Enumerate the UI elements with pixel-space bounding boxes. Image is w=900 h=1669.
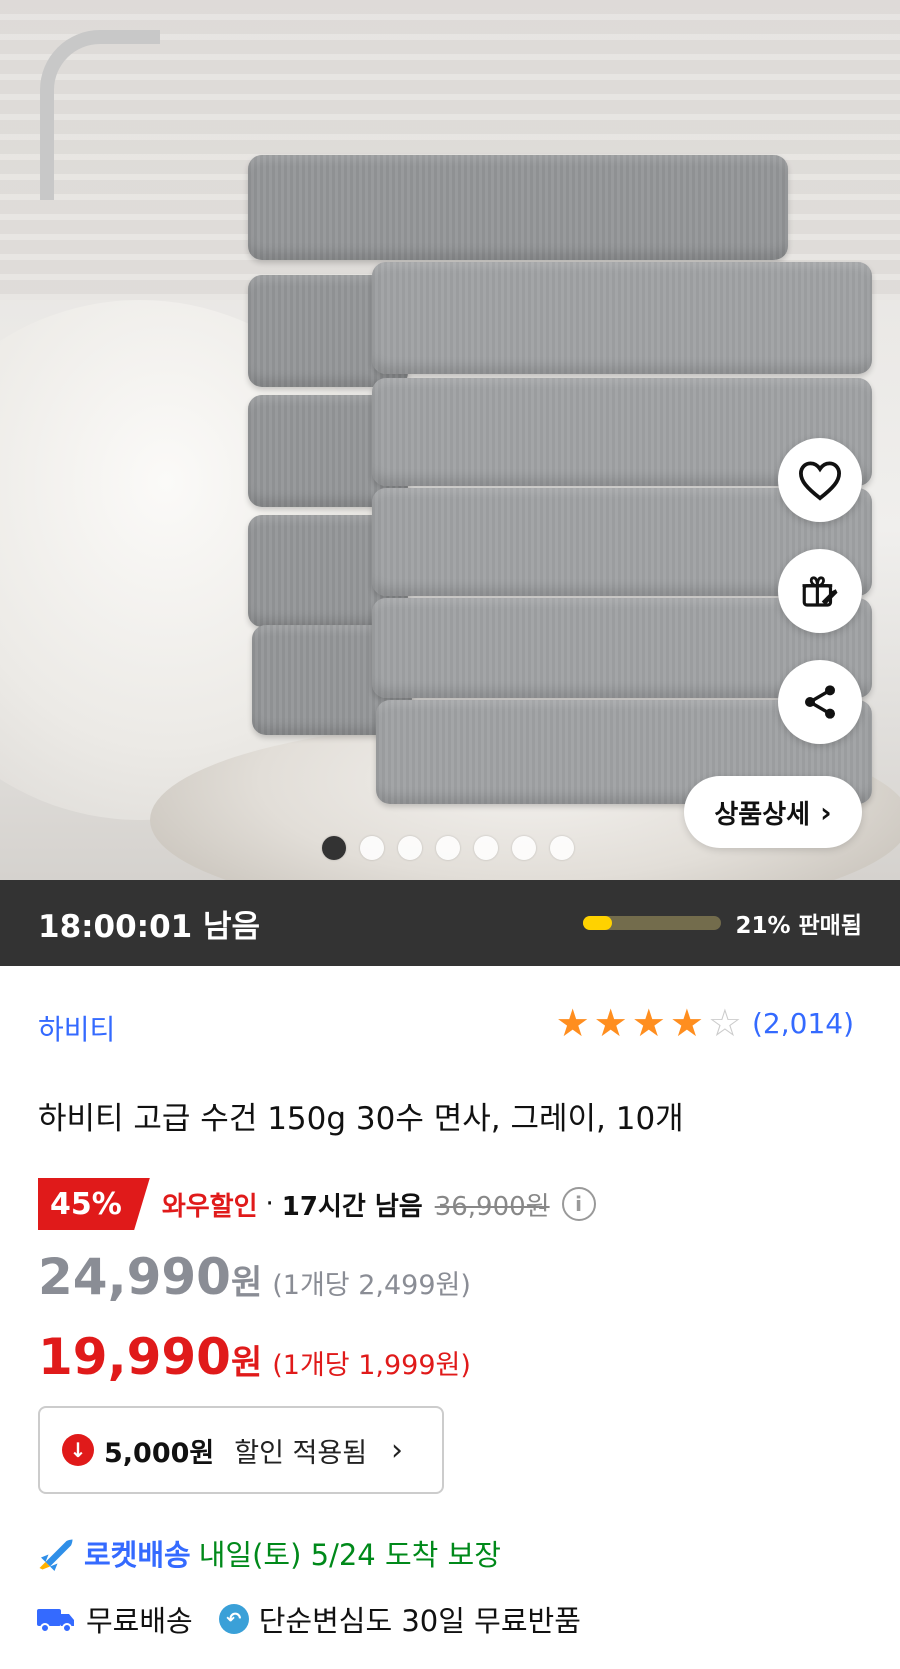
chevron-right-icon: › bbox=[391, 1432, 404, 1468]
coupon-amount: 5,000원 bbox=[104, 1437, 215, 1469]
carousel-dot[interactable] bbox=[398, 836, 422, 860]
star-icon: ★ bbox=[669, 1001, 704, 1045]
faucet-shape bbox=[40, 30, 160, 200]
product-details-label: 상품상세 bbox=[714, 799, 811, 830]
carousel-pagination bbox=[322, 836, 574, 860]
arrow-down-icon: ↓ bbox=[62, 1434, 94, 1466]
regular-price-amount: 24,990 bbox=[38, 1248, 231, 1306]
separator: · bbox=[265, 1189, 274, 1219]
discount-badge: 45% bbox=[38, 1178, 150, 1230]
coupon-applied-button[interactable]: ↓ 5,000원 할인 적용됨 › bbox=[38, 1406, 444, 1494]
chevron-right-icon: › bbox=[820, 795, 832, 829]
original-price: 36,900원 bbox=[434, 1191, 550, 1222]
sold-progress-bar bbox=[583, 916, 722, 930]
wishlist-button[interactable] bbox=[778, 438, 862, 522]
gift-button[interactable] bbox=[778, 549, 862, 633]
product-image-carousel[interactable]: 상품상세 › bbox=[0, 0, 900, 880]
share-icon bbox=[805, 685, 835, 719]
carousel-dot[interactable] bbox=[512, 836, 536, 860]
regular-unit-price: (1개당 2,499원) bbox=[272, 1270, 471, 1301]
rocket-delivery-label: 로켓배송 bbox=[84, 1538, 191, 1572]
regular-price-currency: 원 bbox=[230, 1263, 263, 1303]
deal-timer-bar: 18:00:01 남음 21% 판매됨 bbox=[0, 880, 900, 966]
coupon-text: 할인 적용됨 bbox=[234, 1437, 368, 1469]
sold-progress-fill bbox=[583, 916, 613, 930]
promo-row: 45% 와우할인 · 17시간 남음 36,900원 i bbox=[38, 1178, 596, 1230]
rating[interactable]: ★ ★ ★ ★ ☆ (2,014) bbox=[556, 1004, 854, 1042]
rocket-delivery-row: 로켓배송 내일(토) 5/24 도착 보장 bbox=[36, 1532, 501, 1574]
share-button[interactable] bbox=[778, 660, 862, 744]
towel bbox=[372, 262, 872, 374]
star-icon: ★ bbox=[555, 1001, 590, 1045]
product-title: 하비티 고급 수건 150g 30수 면사, 그레이, 10개 bbox=[38, 1101, 684, 1137]
wow-price: 19,990 원 (1개당 1,999원) bbox=[38, 1328, 471, 1386]
heart-icon bbox=[798, 461, 842, 501]
wow-unit-price: (1개당 1,999원) bbox=[272, 1350, 471, 1381]
arrival-guarantee: 내일(토) 5/24 도착 보장 bbox=[198, 1538, 501, 1572]
carousel-dot[interactable] bbox=[436, 836, 460, 860]
regular-price: 24,990 원 (1개당 2,499원) bbox=[38, 1248, 471, 1306]
carousel-dot[interactable] bbox=[474, 836, 498, 860]
star-icon: ★ bbox=[593, 1001, 628, 1045]
star-icon: ★ bbox=[631, 1001, 666, 1045]
promo-time-left: 17시간 남음 bbox=[281, 1191, 423, 1222]
wow-price-currency: 원 bbox=[230, 1343, 263, 1383]
truck-icon bbox=[37, 1609, 74, 1633]
star-outline-icon: ☆ bbox=[707, 1001, 742, 1045]
carousel-dot[interactable] bbox=[360, 836, 384, 860]
product-details-button[interactable]: 상품상세 › bbox=[684, 776, 862, 848]
gift-rocket-icon bbox=[802, 576, 838, 607]
rocket-icon bbox=[39, 1539, 73, 1571]
carousel-dot[interactable] bbox=[322, 836, 346, 860]
wow-price-amount: 19,990 bbox=[38, 1328, 231, 1386]
wow-discount-label: 와우할인 bbox=[161, 1191, 258, 1222]
info-icon[interactable]: i bbox=[561, 1187, 596, 1221]
carousel-dot[interactable] bbox=[550, 836, 574, 860]
sold-percent-label: 21% 판매됨 bbox=[735, 913, 862, 939]
return-arrow-icon: ↶ bbox=[218, 1604, 249, 1634]
towel bbox=[248, 155, 788, 260]
free-shipping-label: 무료배송 bbox=[86, 1604, 193, 1638]
shipping-benefits-row: 무료배송 ↶ 단순변심도 30일 무료반품 bbox=[36, 1598, 581, 1640]
review-count[interactable]: (2,014) bbox=[752, 1007, 854, 1040]
brand-link[interactable]: 하비티 bbox=[38, 1008, 115, 1048]
time-remaining: 18:00:01 남음 bbox=[38, 908, 261, 945]
free-return-label: 단순변심도 30일 무료반품 bbox=[258, 1604, 581, 1638]
